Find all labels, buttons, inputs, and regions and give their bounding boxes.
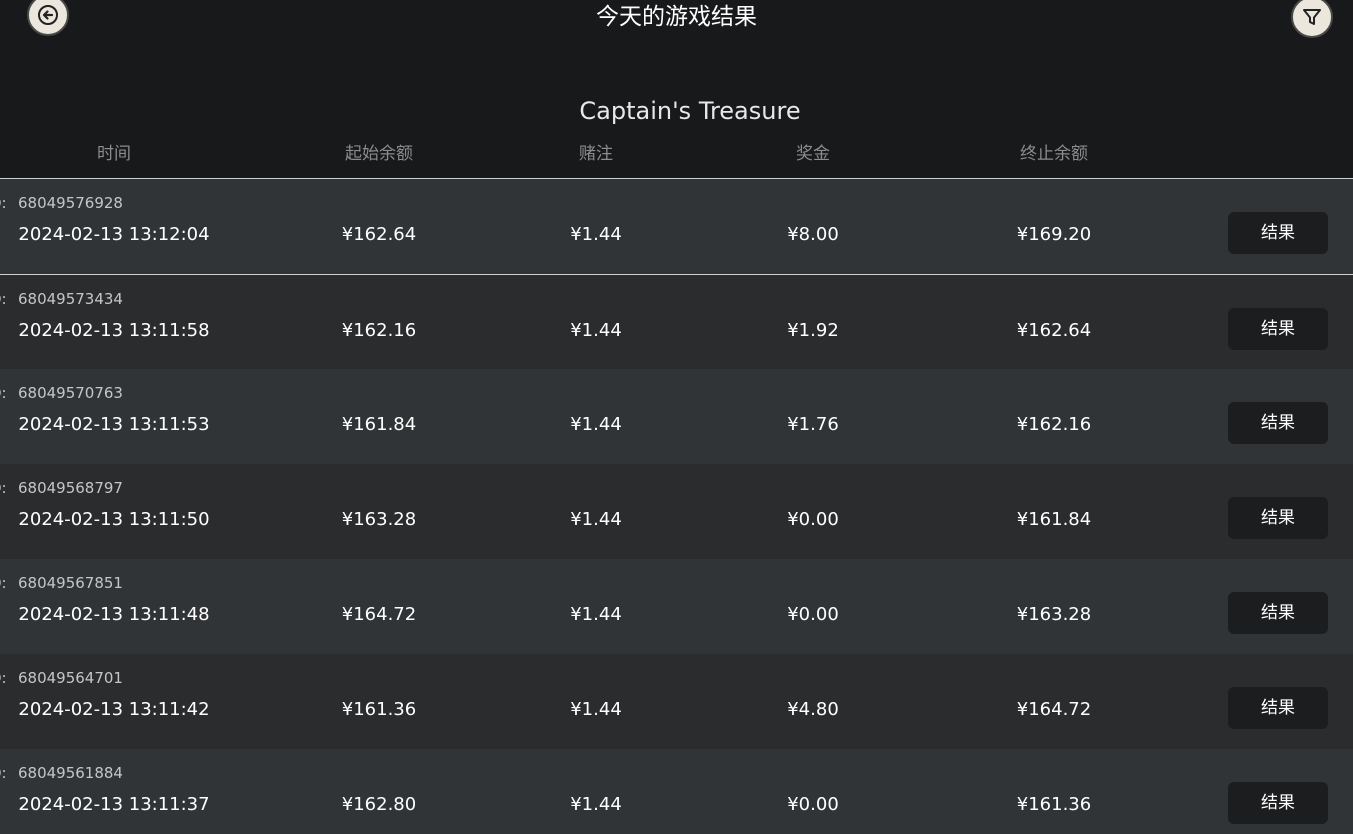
- game-title: Captain's Treasure: [579, 97, 801, 125]
- result-button[interactable]: 结果: [1228, 687, 1328, 729]
- top-bar: 今天的游戏结果: [0, 0, 1353, 90]
- column-header-time: 时间: [97, 144, 131, 164]
- round-id: D: 68049576928: [0, 193, 123, 213]
- cell-start-balance: ¥163.28: [341, 509, 417, 530]
- cell-end-balance: ¥161.84: [1016, 509, 1092, 530]
- cell-start-balance: ¥164.72: [341, 604, 417, 625]
- round-id-value: 68049570763: [18, 384, 123, 402]
- cell-time: 2024-02-13 13:11:42: [18, 699, 210, 720]
- round-id-label: D:: [0, 479, 7, 497]
- cell-start-balance: ¥162.80: [341, 794, 417, 815]
- cell-bet: ¥1.44: [570, 794, 622, 815]
- results-list: D: 68049576928 2024-02-13 13:12:04 ¥162.6…: [0, 179, 1353, 834]
- round-id: D: 68049567851: [0, 573, 123, 593]
- cell-end-balance: ¥162.64: [1016, 320, 1092, 341]
- filter-button[interactable]: [1291, 0, 1333, 38]
- result-button[interactable]: 结果: [1228, 212, 1328, 254]
- cell-prize: ¥1.92: [787, 320, 839, 341]
- round-id-value: 68049561884: [18, 764, 123, 782]
- result-button[interactable]: 结果: [1228, 497, 1328, 539]
- table-row: D: 68049561884 2024-02-13 13:11:37 ¥162.8…: [0, 749, 1353, 834]
- result-button[interactable]: 结果: [1228, 402, 1328, 444]
- page-title: 今天的游戏结果: [596, 4, 757, 30]
- cell-time: 2024-02-13 13:11:37: [18, 794, 210, 815]
- column-header-prize: 奖金: [796, 144, 830, 164]
- round-id-value: 68049564701: [18, 669, 123, 687]
- cell-bet: ¥1.44: [570, 604, 622, 625]
- cell-end-balance: ¥164.72: [1016, 699, 1092, 720]
- cell-bet: ¥1.44: [570, 414, 622, 435]
- cell-time: 2024-02-13 13:11:58: [18, 320, 210, 341]
- game-results-page: 今天的游戏结果 Captain's Treasure 时间 起始余额 赌注 奖金…: [0, 0, 1353, 834]
- table-row: D: 68049570763 2024-02-13 13:11:53 ¥161.8…: [0, 369, 1353, 464]
- round-id-value: 68049573434: [18, 290, 123, 308]
- round-id-label: D:: [0, 574, 7, 592]
- round-id: D: 68049561884: [0, 763, 123, 783]
- round-id: D: 68049568797: [0, 478, 123, 498]
- cell-end-balance: ¥163.28: [1016, 604, 1092, 625]
- filter-icon: [1303, 9, 1321, 25]
- cell-bet: ¥1.44: [570, 699, 622, 720]
- cell-time: 2024-02-13 13:12:04: [18, 224, 210, 245]
- cell-prize: ¥4.80: [787, 699, 839, 720]
- column-header-end-balance: 终止余额: [1020, 144, 1088, 164]
- result-button[interactable]: 结果: [1228, 592, 1328, 634]
- table-row: D: 68049573434 2024-02-13 13:11:58 ¥162.1…: [0, 274, 1353, 369]
- round-id-value: 68049576928: [18, 194, 123, 212]
- result-button[interactable]: 结果: [1228, 782, 1328, 824]
- table-row: D: 68049567851 2024-02-13 13:11:48 ¥164.7…: [0, 559, 1353, 654]
- round-id: D: 68049564701: [0, 668, 123, 688]
- cell-start-balance: ¥161.36: [341, 699, 417, 720]
- round-id-label: D:: [0, 764, 7, 782]
- round-id-value: 68049568797: [18, 479, 123, 497]
- cell-prize: ¥0.00: [787, 509, 839, 530]
- column-header-start-balance: 起始余额: [345, 144, 413, 164]
- table-row: D: 68049568797 2024-02-13 13:11:50 ¥163.2…: [0, 464, 1353, 559]
- cell-end-balance: ¥161.36: [1016, 794, 1092, 815]
- cell-start-balance: ¥161.84: [341, 414, 417, 435]
- table-row: D: 68049564701 2024-02-13 13:11:42 ¥161.3…: [0, 654, 1353, 749]
- table-header: 时间 起始余额 赌注 奖金 终止余额: [0, 142, 1353, 166]
- round-id-value: 68049567851: [18, 574, 123, 592]
- cell-time: 2024-02-13 13:11:50: [18, 509, 210, 530]
- column-header-bet: 赌注: [579, 144, 613, 164]
- round-id: D: 68049573434: [0, 289, 123, 309]
- cell-bet: ¥1.44: [570, 509, 622, 530]
- cell-end-balance: ¥169.20: [1016, 224, 1092, 245]
- table-row: D: 68049576928 2024-02-13 13:12:04 ¥162.6…: [0, 179, 1353, 274]
- round-id-label: D:: [0, 669, 7, 687]
- cell-prize: ¥1.76: [787, 414, 839, 435]
- cell-bet: ¥1.44: [570, 320, 622, 341]
- round-id-label: D:: [0, 194, 7, 212]
- result-button[interactable]: 结果: [1228, 308, 1328, 350]
- cell-prize: ¥0.00: [787, 604, 839, 625]
- cell-prize: ¥8.00: [787, 224, 839, 245]
- cell-time: 2024-02-13 13:11:48: [18, 604, 210, 625]
- round-id-label: D:: [0, 384, 7, 402]
- cell-start-balance: ¥162.64: [341, 224, 417, 245]
- cell-bet: ¥1.44: [570, 224, 622, 245]
- cell-end-balance: ¥162.16: [1016, 414, 1092, 435]
- cell-start-balance: ¥162.16: [341, 320, 417, 341]
- cell-prize: ¥0.00: [787, 794, 839, 815]
- cell-time: 2024-02-13 13:11:53: [18, 414, 210, 435]
- round-id-label: D:: [0, 290, 7, 308]
- round-id: D: 68049570763: [0, 383, 123, 403]
